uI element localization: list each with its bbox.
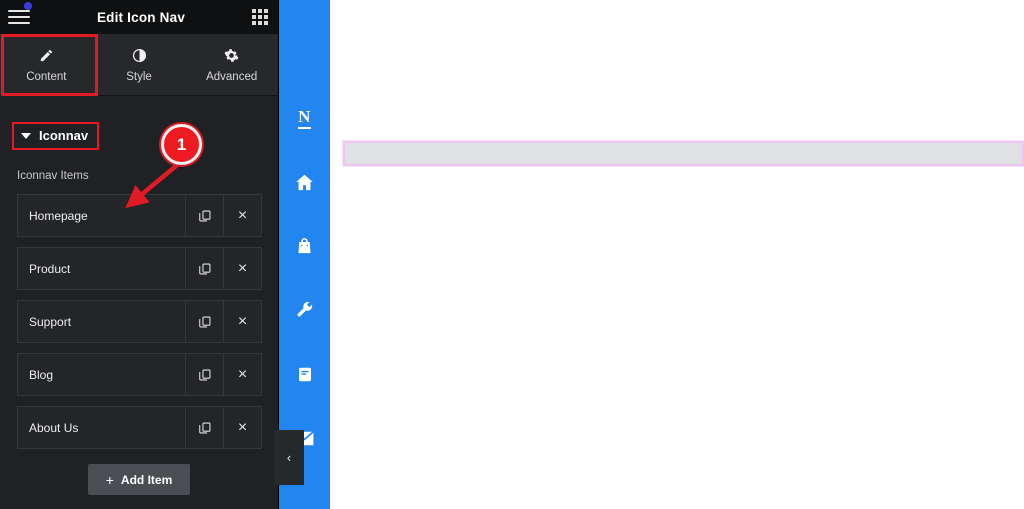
hamburger-icon[interactable] — [8, 2, 32, 26]
gear-icon — [224, 47, 239, 64]
iconnav-item-tools[interactable] — [279, 278, 330, 342]
grid-cell — [252, 15, 256, 19]
iconnav-item-n[interactable]: N — [279, 86, 330, 150]
grid-cell — [258, 9, 262, 13]
editor-canvas — [330, 0, 1024, 509]
iconnav-items-list: Homepage × Product × Support × Blog × Ab… — [17, 194, 262, 459]
apps-grid-icon[interactable] — [252, 9, 268, 25]
grid-cell — [264, 21, 268, 25]
tab-advanced[interactable]: Advanced — [185, 34, 278, 95]
remove-item-button[interactable]: × — [223, 301, 261, 342]
hamburger-bar — [8, 22, 30, 24]
grid-cell — [264, 9, 268, 13]
hamburger-bar — [8, 10, 30, 12]
grid-cell — [258, 21, 262, 25]
item-title[interactable]: About Us — [18, 407, 185, 448]
grid-cell — [252, 21, 256, 25]
grid-cell — [258, 15, 262, 19]
remove-item-button[interactable]: × — [223, 407, 261, 448]
letter-n-icon: N — [298, 108, 311, 129]
iconnav-item-shop[interactable] — [279, 214, 330, 278]
panel-collapse-handle[interactable]: ‹ — [274, 430, 304, 485]
tab-style-label: Style — [126, 70, 152, 83]
remove-item-button[interactable]: × — [223, 248, 261, 289]
list-item[interactable]: Product × — [17, 247, 262, 290]
duplicate-item-button[interactable] — [185, 195, 223, 236]
pencil-icon — [39, 47, 54, 64]
step-badge-number: 1 — [176, 134, 187, 154]
remove-item-button[interactable]: × — [223, 354, 261, 395]
tab-content-label: Content — [26, 70, 67, 83]
duplicate-item-button[interactable] — [185, 407, 223, 448]
contrast-icon — [132, 47, 147, 64]
grid-cell — [252, 9, 256, 13]
home-icon — [294, 172, 315, 193]
add-item-button[interactable]: + Add Item — [88, 464, 190, 495]
section-header-iconnav[interactable]: Iconnav — [12, 122, 100, 150]
duplicate-item-button[interactable] — [185, 301, 223, 342]
item-title[interactable]: Blog — [18, 354, 185, 395]
iconnav-item-home[interactable] — [279, 150, 330, 214]
book-icon — [296, 365, 314, 384]
editor-panel: Edit Icon Nav Content Style Advanced Ico… — [0, 0, 279, 509]
page-title: Edit Icon Nav — [96, 9, 186, 25]
list-item[interactable]: Homepage × — [17, 194, 262, 237]
tab-style[interactable]: Style — [93, 34, 186, 95]
wrench-icon — [295, 300, 315, 320]
canvas-placeholder-bar[interactable] — [343, 141, 1024, 166]
hamburger-bar — [8, 16, 30, 18]
caret-down-icon — [21, 132, 31, 139]
item-title[interactable]: Product — [18, 248, 185, 289]
tab-content[interactable]: Content — [0, 34, 93, 95]
add-item-label: Add Item — [120, 472, 173, 487]
duplicate-item-button[interactable] — [185, 354, 223, 395]
plus-icon: + — [105, 471, 114, 488]
items-field-label: Iconnav Items — [17, 170, 89, 182]
grid-cell — [264, 15, 268, 19]
list-item[interactable]: About Us × — [17, 406, 262, 449]
remove-item-button[interactable]: × — [223, 195, 261, 236]
screen-root: N ‹ Edit Icon Nav Content Style Advanced… — [0, 0, 1024, 509]
iconnav-item-docs[interactable] — [279, 342, 330, 406]
step-badge-1: 1 — [161, 124, 202, 165]
shopping-bag-icon — [295, 236, 314, 256]
duplicate-item-button[interactable] — [185, 248, 223, 289]
notification-dot — [24, 2, 32, 10]
item-title[interactable]: Support — [18, 301, 185, 342]
item-title[interactable]: Homepage — [18, 195, 185, 236]
iconnav-icon-list: N — [279, 86, 330, 470]
panel-header: Edit Icon Nav — [0, 0, 278, 34]
list-item[interactable]: Blog × — [17, 353, 262, 396]
chevron-left-icon: ‹ — [286, 450, 292, 465]
panel-tabs: Content Style Advanced — [0, 34, 278, 96]
tab-advanced-label: Advanced — [206, 70, 258, 83]
section-title: Iconnav — [39, 128, 89, 143]
list-item[interactable]: Support × — [17, 300, 262, 343]
